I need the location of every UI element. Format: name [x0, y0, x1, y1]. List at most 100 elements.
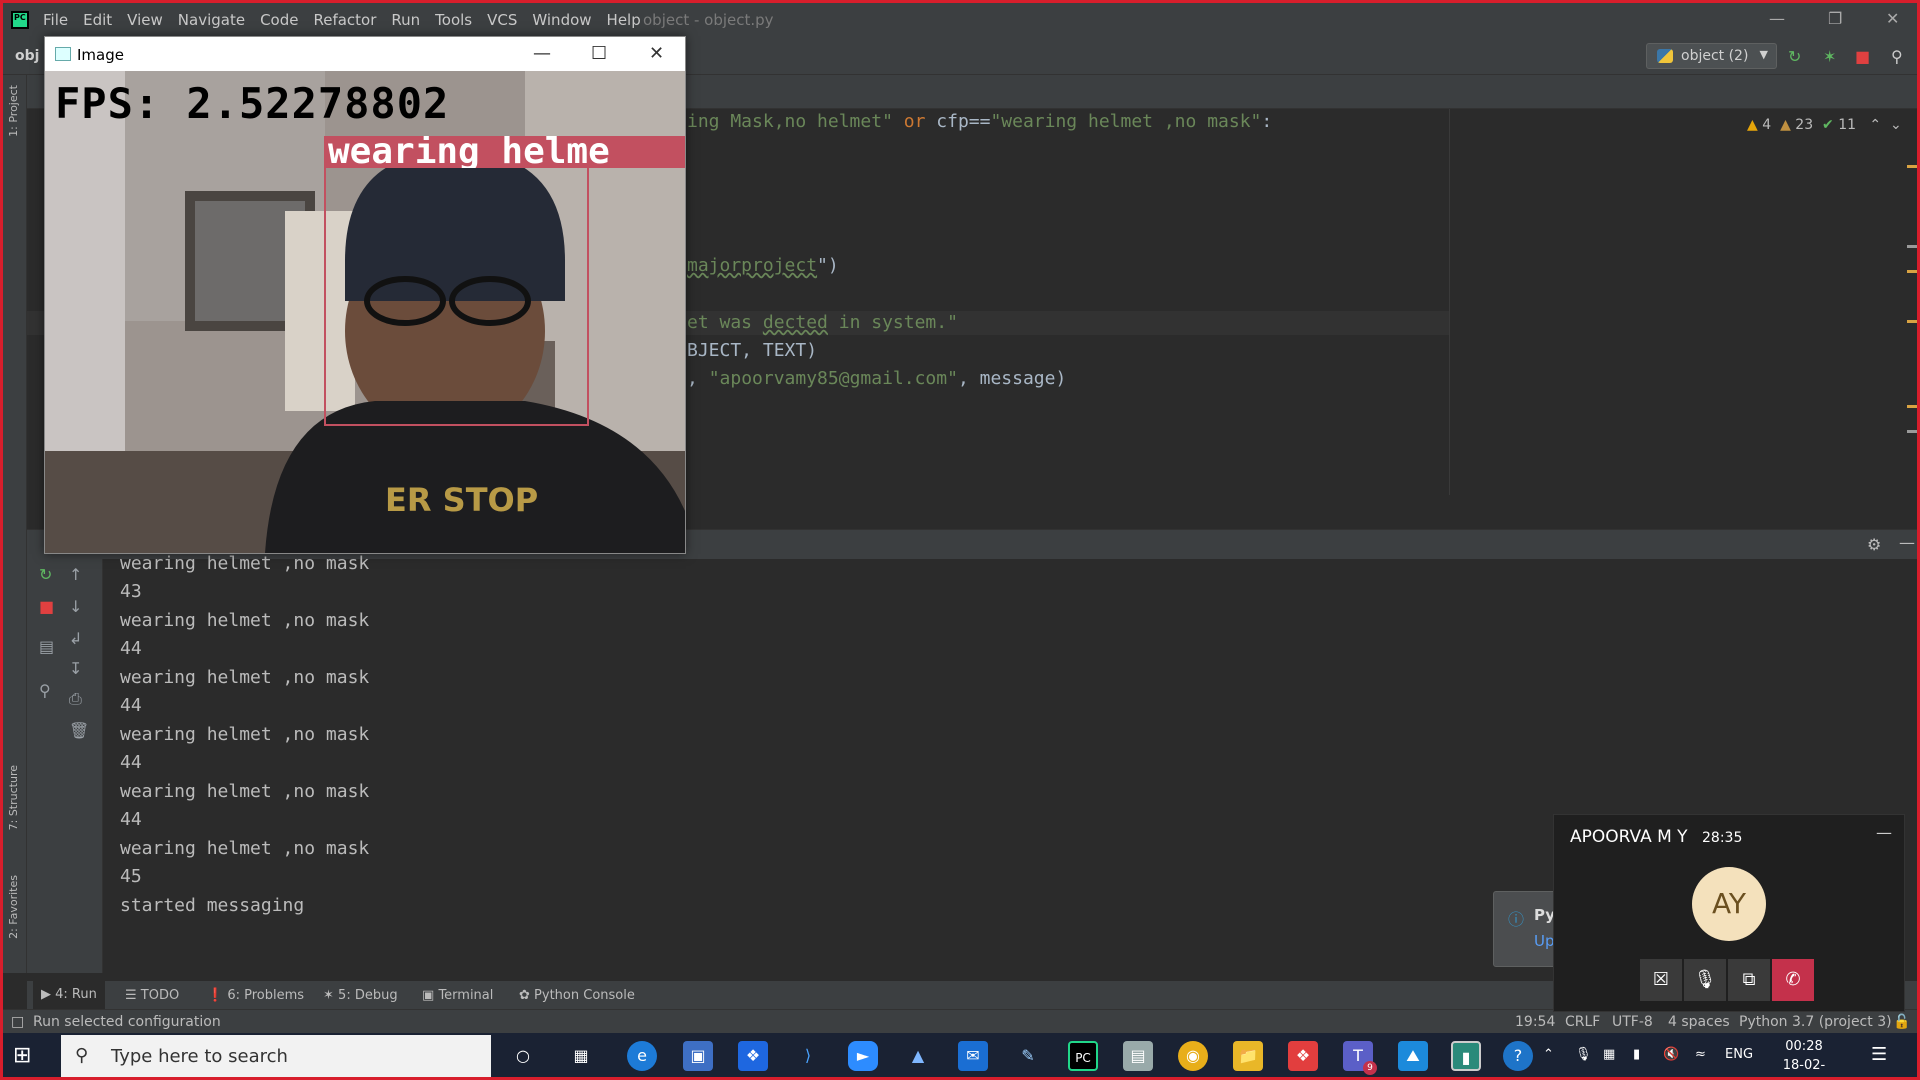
help-icon[interactable]: ? — [1503, 1041, 1533, 1071]
python-interpreter[interactable]: Python 3.7 (project 3) — [1739, 1014, 1892, 1030]
inspection-widget[interactable]: ▲ 4 ▲ 23 ✔ 11 ⌃ ⌄ — [1747, 117, 1902, 133]
menu-run[interactable]: Run — [391, 11, 420, 29]
minimize-icon[interactable]: — — [533, 43, 551, 64]
zoom-icon[interactable]: ► — [848, 1041, 878, 1071]
gear-icon[interactable]: ⚙ — [1867, 535, 1881, 554]
teams-call-widget[interactable]: APOORVA M Y 28:35 — AY ☒ 🎙 ⧉ ✆ — [1553, 814, 1905, 1012]
chevron-down-icon[interactable]: ⌄ — [1890, 117, 1902, 133]
taskbar-search-box[interactable]: ⚲ Type here to search — [61, 1035, 491, 1077]
search-icon[interactable]: ⚲ — [1891, 47, 1903, 66]
anydesk-icon[interactable]: ❖ — [1288, 1041, 1318, 1071]
menu-tools[interactable]: Tools — [435, 11, 472, 29]
layout-icon[interactable]: ▤ — [39, 637, 54, 656]
chevron-up-icon[interactable]: ⌃ — [1543, 1047, 1554, 1062]
error-stripe-mark[interactable] — [1907, 270, 1917, 273]
cortana-icon[interactable]: ○ — [508, 1041, 538, 1071]
image-window-titlebar[interactable]: Image — ☐ ✕ — [45, 37, 685, 71]
error-stripe-mark[interactable] — [1907, 245, 1917, 248]
system-clock[interactable]: 00:28 18-02-2021 — [1769, 1037, 1839, 1077]
code-text: ") — [817, 255, 839, 276]
menu-edit[interactable]: Edit — [83, 11, 112, 29]
debug-icon[interactable]: ✶ — [1823, 47, 1836, 66]
minimize-icon[interactable]: — — [1769, 9, 1785, 28]
hide-icon[interactable]: — — [1899, 533, 1915, 552]
chrome-icon[interactable]: ◉ — [1178, 1041, 1208, 1071]
edge-icon[interactable]: e — [627, 1041, 657, 1071]
tab-problems[interactable]: ❗ 6: Problems — [207, 988, 304, 1003]
pycharm-icon[interactable]: PC — [1068, 1041, 1098, 1071]
panel-toggle-icon[interactable]: □ — [11, 1014, 24, 1030]
app-window-icon[interactable]: ▮ — [1451, 1041, 1481, 1071]
sharing-icon[interactable]: ▦ — [1603, 1047, 1615, 1062]
notes-icon[interactable]: ✎ — [1013, 1041, 1043, 1071]
tab-terminal[interactable]: ▣ Terminal — [422, 988, 493, 1003]
project-tool-label[interactable]: 1: Project — [7, 85, 20, 137]
share-screen-button[interactable]: ⧉ — [1728, 959, 1770, 1001]
arrow-up-icon[interactable]: ↑ — [69, 565, 82, 584]
breadcrumb[interactable]: obj — [15, 48, 39, 64]
restore-icon[interactable]: ❐ — [1828, 9, 1842, 28]
app-icon[interactable]: ▤ — [1123, 1041, 1153, 1071]
rerun-icon[interactable]: ↻ — [39, 565, 52, 584]
menu-code[interactable]: Code — [260, 11, 298, 29]
line-separator[interactable]: CRLF — [1565, 1014, 1600, 1030]
camera-off-button[interactable]: ☒ — [1640, 959, 1682, 1001]
lock-icon[interactable]: 🔓 — [1893, 1014, 1910, 1030]
stop-icon[interactable]: ■ — [1855, 47, 1870, 66]
rerun-icon[interactable]: ↻ — [1788, 47, 1801, 66]
menu-file[interactable]: File — [43, 11, 68, 29]
soft-wrap-icon[interactable]: ↲ — [69, 629, 82, 648]
favorites-tool-label[interactable]: 2: Favorites — [7, 875, 20, 939]
menu-refactor[interactable]: Refactor — [313, 11, 376, 29]
print-icon[interactable]: ⎙ — [69, 689, 82, 709]
minimize-icon[interactable]: — — [1876, 823, 1892, 842]
pin-icon[interactable]: ⚲ — [39, 681, 51, 700]
tab-debug[interactable]: ✶ 5: Debug — [323, 988, 398, 1003]
maximize-icon[interactable]: ☐ — [591, 43, 607, 64]
trash-icon[interactable]: 🗑 — [69, 721, 89, 740]
arrow-down-icon[interactable]: ↓ — [69, 597, 82, 616]
battery-icon[interactable]: ▮ — [1633, 1047, 1640, 1062]
error-stripe-mark[interactable] — [1907, 430, 1917, 433]
teams-icon[interactable]: T9 — [1343, 1041, 1377, 1075]
stop-icon[interactable]: ■ — [39, 597, 54, 616]
caret-position[interactable]: 19:54 — [1515, 1014, 1555, 1030]
file-encoding[interactable]: UTF-8 — [1612, 1014, 1653, 1030]
tab-run[interactable]: ▶ 4: Run — [33, 981, 105, 1009]
hang-up-button[interactable]: ✆ — [1772, 959, 1814, 1001]
dropbox-icon[interactable]: ❖ — [738, 1041, 768, 1071]
store-icon[interactable]: ▣ — [683, 1041, 713, 1071]
menu-vcs[interactable]: VCS — [487, 11, 517, 29]
notification-center-icon[interactable]: ☰ — [1871, 1044, 1887, 1065]
tab-todo[interactable]: ☰ TODO — [125, 988, 179, 1003]
tab-python-console[interactable]: ✿ Python Console — [519, 988, 635, 1003]
mute-button[interactable]: 🎙 — [1684, 959, 1726, 1001]
task-view-icon[interactable]: ▦ — [566, 1041, 596, 1071]
image-window[interactable]: Image — ☐ ✕ ER STOP FPS: 2.52278802 wear… — [44, 36, 686, 554]
microphone-icon[interactable]: 🎙 — [1575, 1047, 1592, 1062]
run-config-dropdown[interactable]: object (2) ▼ — [1646, 43, 1777, 69]
error-stripe-mark[interactable] — [1907, 405, 1917, 408]
notification-link[interactable]: Up — [1534, 932, 1555, 950]
indent-setting[interactable]: 4 spaces — [1668, 1014, 1730, 1030]
chevron-up-icon[interactable]: ⌃ — [1869, 117, 1881, 133]
volume-muted-icon[interactable]: 🔇 — [1663, 1047, 1679, 1062]
wifi-icon[interactable]: ≈ — [1695, 1047, 1706, 1062]
language-indicator[interactable]: ENG — [1725, 1047, 1753, 1062]
menu-view[interactable]: View — [127, 11, 163, 29]
structure-tool-label[interactable]: 7: Structure — [7, 765, 20, 830]
error-stripe-mark[interactable] — [1907, 165, 1917, 168]
file-explorer-icon[interactable]: 📁 — [1233, 1041, 1263, 1071]
error-stripe-mark[interactable] — [1907, 320, 1917, 323]
windows-start-icon[interactable]: ⊞ — [13, 1043, 53, 1071]
close-icon[interactable]: ✕ — [649, 43, 664, 64]
menu-window[interactable]: Window — [532, 11, 591, 29]
menu-help[interactable]: Help — [607, 11, 641, 29]
menu-navigate[interactable]: Navigate — [178, 11, 245, 29]
close-icon[interactable]: ✕ — [1886, 9, 1899, 28]
photos-icon[interactable]: ⛰ — [1398, 1041, 1428, 1071]
scroll-to-end-icon[interactable]: ↧ — [69, 659, 82, 678]
mail-icon[interactable]: ✉ — [958, 1041, 988, 1071]
azure-icon[interactable]: ▲ — [903, 1041, 933, 1071]
vscode-icon[interactable]: ⟩ — [793, 1041, 823, 1071]
